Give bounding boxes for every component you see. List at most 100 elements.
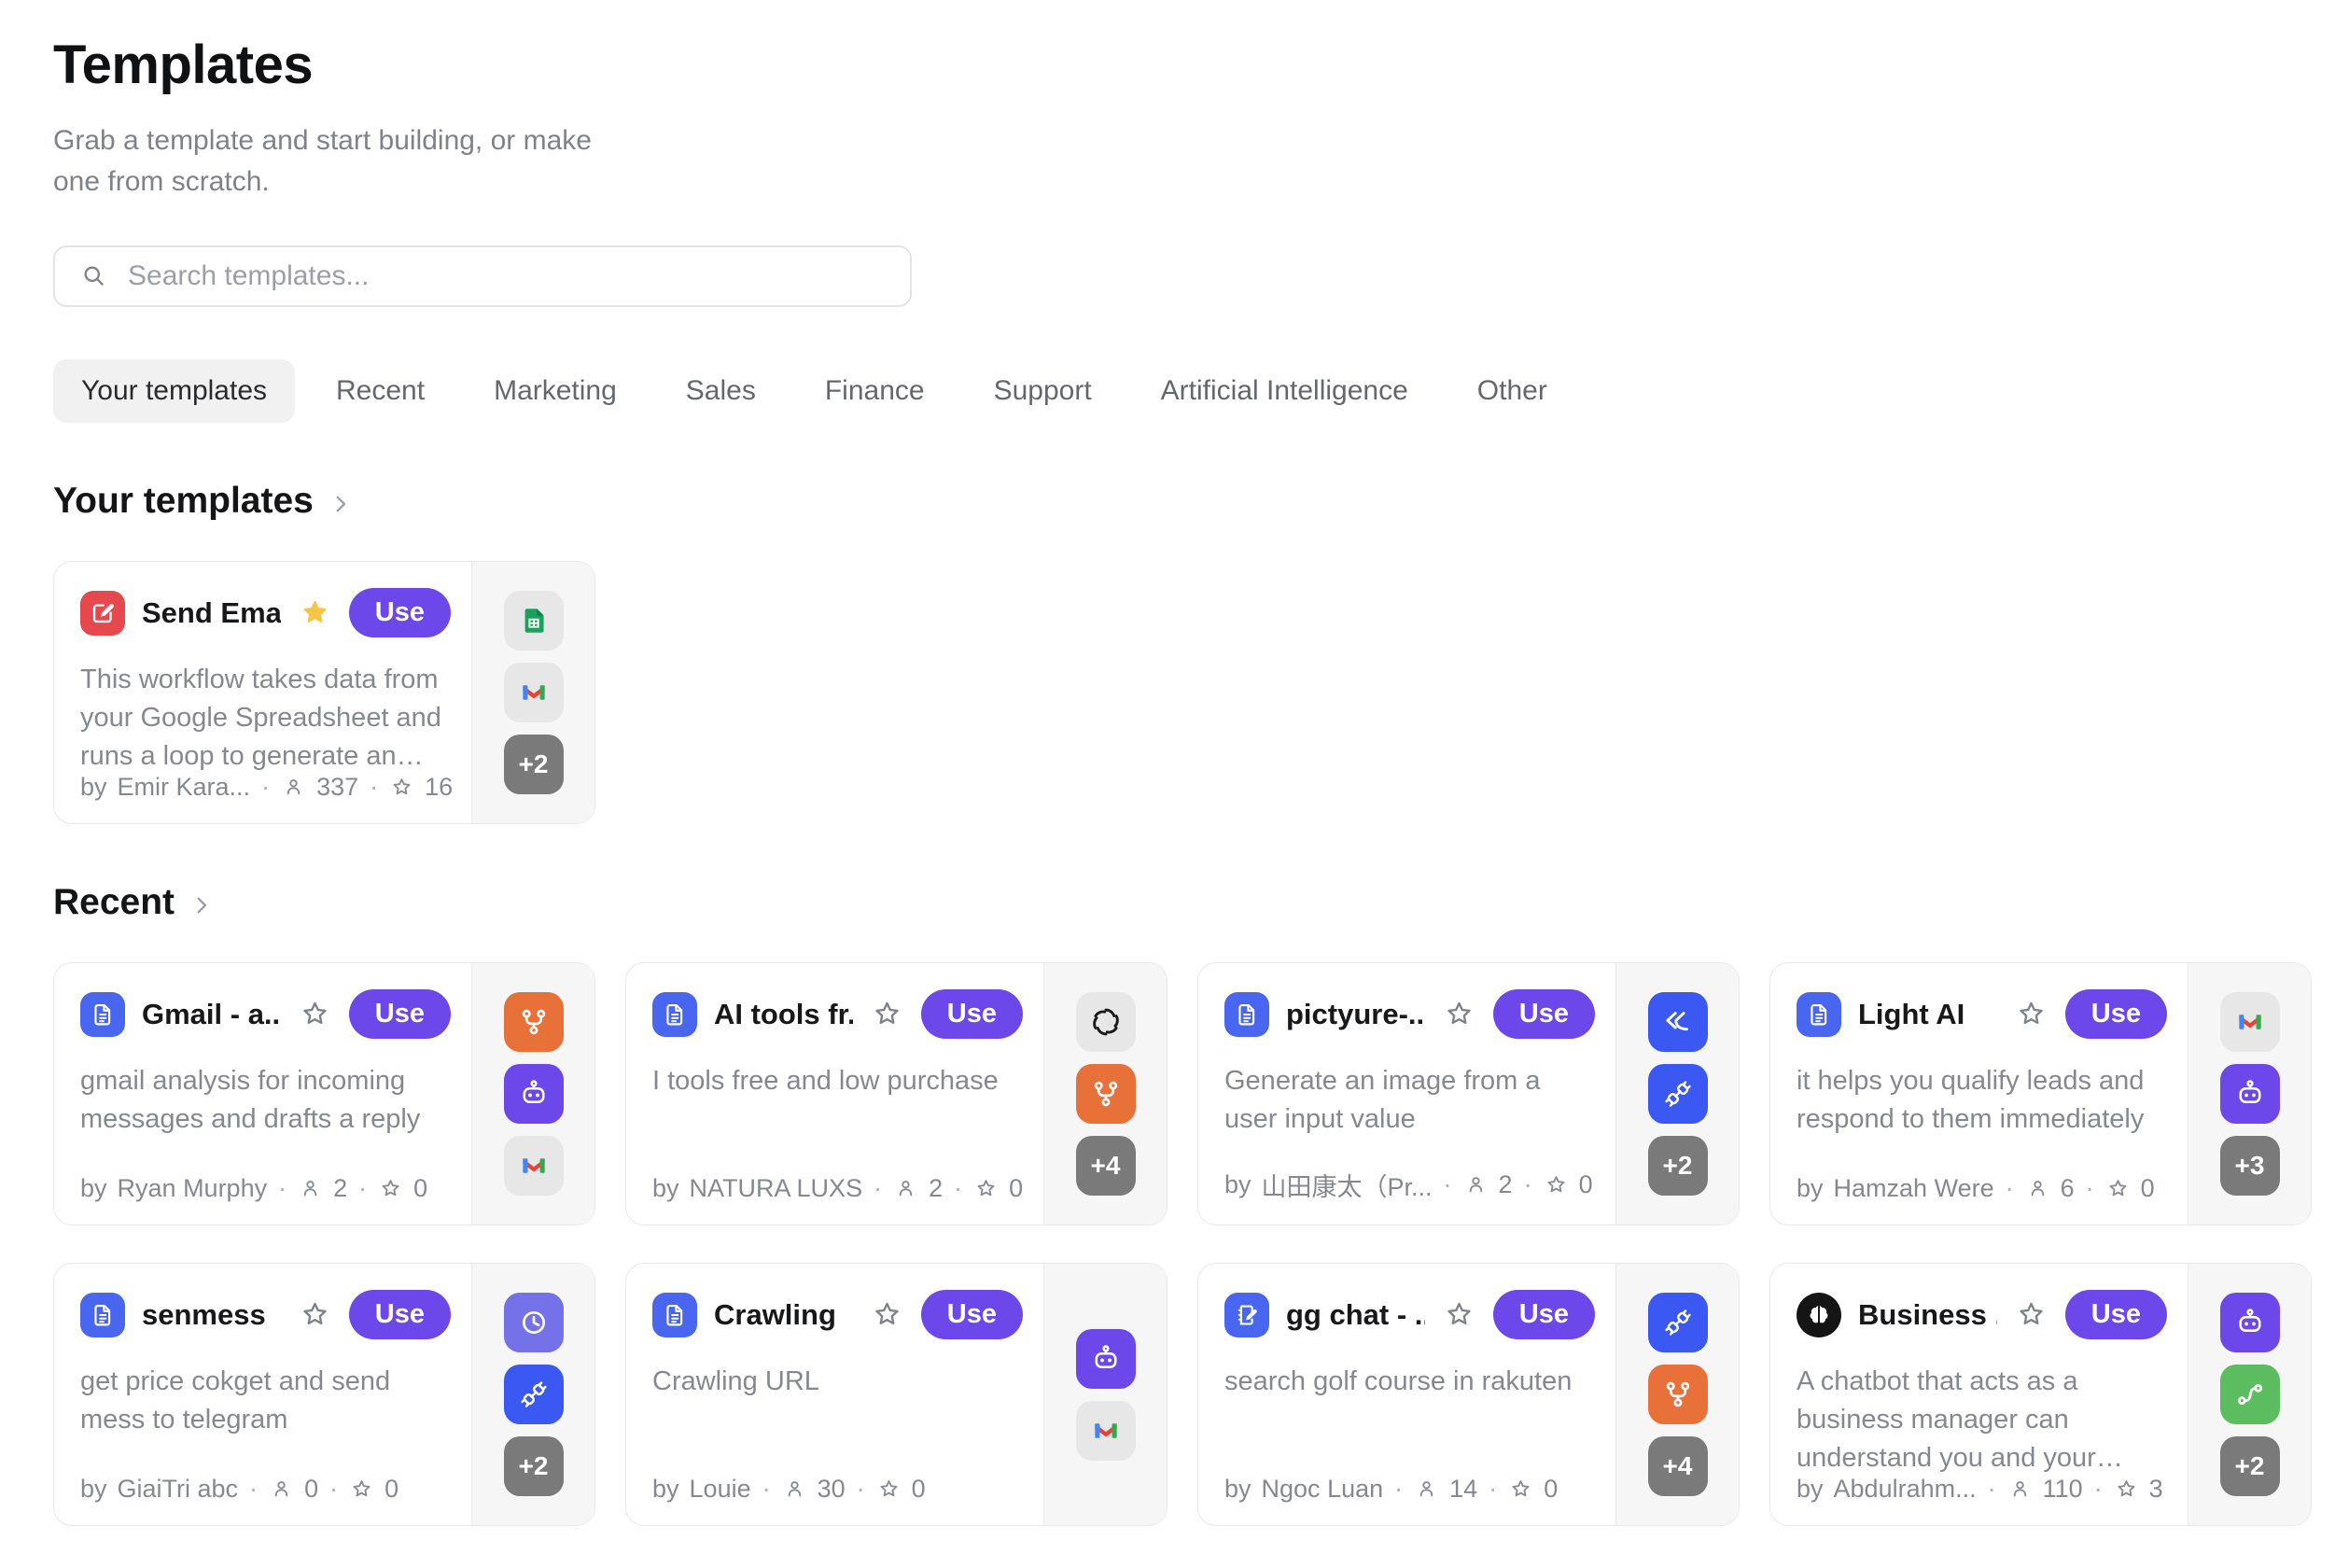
use-button[interactable]: Use xyxy=(2065,1290,2167,1339)
card-description: it helps you qualify leads and respond t… xyxy=(1797,1062,2167,1139)
separator-dot: · xyxy=(2006,1174,2014,1203)
doc-icon xyxy=(80,1293,125,1337)
template-card[interactable]: senmessUseget price cokget and send mess… xyxy=(53,1263,595,1526)
search-icon xyxy=(79,261,109,291)
star-outline-icon xyxy=(1508,1477,1533,1502)
use-button[interactable]: Use xyxy=(349,588,451,637)
template-card[interactable]: AI tools fr... Use I tools free and low pu… xyxy=(625,962,1168,1225)
card-title-row: Gmail - a... Use xyxy=(80,989,451,1039)
favorite-star-button[interactable] xyxy=(870,1297,904,1332)
template-card[interactable]: gg chat - ...Usesearch golf course in ra… xyxy=(1197,1263,1740,1526)
template-card[interactable]: Business ...UseA chatbot that acts as a … xyxy=(1769,1263,2312,1526)
overflow-badge: +2 xyxy=(504,1436,564,1496)
card-row: Send Ema...Use This workflow takes data f… xyxy=(53,561,2335,824)
template-card[interactable]: Send Ema...Use This workflow takes data f… xyxy=(53,561,595,824)
brain-icon xyxy=(1797,1293,1841,1337)
use-button[interactable]: Use xyxy=(349,989,451,1039)
card-byline: byLouie·30·0 xyxy=(652,1475,1028,1504)
template-card[interactable]: pictyure-...UseGenerate an image from a … xyxy=(1197,962,1740,1225)
stars-count: 0 xyxy=(912,1475,926,1504)
search-input[interactable] xyxy=(126,259,886,293)
separator-dot: · xyxy=(329,1475,338,1504)
page-subtitle: Grab a template and start building, or m… xyxy=(53,120,608,203)
users-count: 2 xyxy=(929,1174,943,1203)
use-button[interactable]: Use xyxy=(1493,1290,1595,1339)
card-title-row: Send Ema...Use xyxy=(80,588,451,637)
author-name: Hamzah Were xyxy=(1834,1174,1994,1203)
tab-artificial-intelligence[interactable]: Artificial Intelligence xyxy=(1133,359,1436,423)
card-title: AI tools fr... xyxy=(714,998,853,1031)
stars-count: 0 xyxy=(2141,1174,2155,1203)
section-heading: Recent xyxy=(53,882,175,923)
favorite-star-button[interactable] xyxy=(1442,997,1476,1031)
card-title: pictyure-... xyxy=(1286,998,1425,1031)
search-box[interactable] xyxy=(53,245,912,307)
use-button[interactable]: Use xyxy=(921,1290,1023,1339)
card-title: Business ... xyxy=(1858,1298,1997,1332)
use-button[interactable]: Use xyxy=(349,1290,451,1339)
separator-dot: · xyxy=(954,1174,962,1203)
section-heading-row[interactable]: Your templates xyxy=(53,481,353,522)
users-count: 337 xyxy=(316,773,358,802)
card-description: This workflow takes data from your Googl… xyxy=(80,661,451,776)
byline-by: by xyxy=(80,1174,107,1203)
section-heading-row[interactable]: Recent xyxy=(53,882,214,923)
separator-dot: · xyxy=(249,1475,258,1504)
card-byline: byHamzah Were·6·0 xyxy=(1797,1174,2173,1203)
use-button[interactable]: Use xyxy=(921,989,1023,1039)
separator-dot: · xyxy=(762,1475,771,1504)
card-main: senmessUseget price cokget and send mess… xyxy=(54,1264,471,1525)
tab-sales[interactable]: Sales xyxy=(658,359,784,423)
template-card[interactable]: Light AIUseit helps you qualify leads an… xyxy=(1769,962,2312,1225)
tab-finance[interactable]: Finance xyxy=(797,359,953,423)
tab-your-templates[interactable]: Your templates xyxy=(53,359,295,423)
favorite-star-button[interactable] xyxy=(2014,997,2048,1031)
filter-tabs: Your templatesRecentMarketingSalesFinanc… xyxy=(53,359,2335,423)
person-icon xyxy=(298,1176,323,1201)
person-icon xyxy=(782,1477,807,1502)
integration-icons-strip: +3 xyxy=(2188,963,2311,1225)
card-byline: by山田康太（Pr...·2·0 xyxy=(1224,1167,1601,1203)
favorite-star-button[interactable] xyxy=(2014,1297,2048,1332)
favorite-star-button[interactable] xyxy=(298,1297,332,1332)
card-byline: byEmir Kara...·337·16 xyxy=(80,773,456,802)
overflow-badge: +2 xyxy=(1648,1136,1708,1196)
templates-page: Templates Grab a template and start buil… xyxy=(0,0,2335,1526)
card-description: I tools free and low purchase xyxy=(652,1062,1023,1100)
favorite-star-button[interactable] xyxy=(298,997,332,1031)
template-card[interactable]: Gmail - a...Usegmail analysis for incomi… xyxy=(53,962,595,1225)
author-name: Emir Kara... xyxy=(118,773,251,802)
route-icon xyxy=(2220,1365,2280,1424)
separator-dot: · xyxy=(1524,1170,1532,1199)
chevron-right-icon xyxy=(189,893,214,917)
author-name: NATURA LUXS xyxy=(690,1174,863,1203)
separator-dot: · xyxy=(2094,1475,2103,1504)
person-icon xyxy=(1414,1477,1439,1502)
template-card[interactable]: CrawlingUseCrawling URLbyLouie·30·0 xyxy=(625,1263,1168,1526)
plug-icon xyxy=(504,1365,564,1424)
card-title-row: CrawlingUse xyxy=(652,1290,1023,1339)
separator-dot: · xyxy=(2086,1174,2094,1203)
stars-count: 3 xyxy=(2149,1475,2163,1504)
branch-icon xyxy=(1076,1064,1136,1124)
integration-icons-strip: +2 xyxy=(471,562,594,823)
tab-support[interactable]: Support xyxy=(966,359,1120,423)
gmail-icon xyxy=(504,663,564,722)
favorite-star-button[interactable] xyxy=(870,997,904,1031)
tab-marketing[interactable]: Marketing xyxy=(466,359,645,423)
doc-icon xyxy=(652,992,697,1037)
branch-icon xyxy=(504,992,564,1052)
favorite-star-button[interactable] xyxy=(298,595,332,630)
card-main: AI tools fr... Use I tools free and low pu… xyxy=(626,963,1043,1225)
tab-recent[interactable]: Recent xyxy=(308,359,453,423)
card-title: Gmail - a... xyxy=(142,998,281,1031)
tab-other[interactable]: Other xyxy=(1449,359,1575,423)
integration-icons-strip: +2 xyxy=(1615,963,1739,1225)
integration-icons-strip xyxy=(1043,1264,1167,1525)
overflow-badge: +2 xyxy=(504,735,564,794)
robot-icon xyxy=(504,1064,564,1124)
use-button[interactable]: Use xyxy=(2065,989,2167,1039)
favorite-star-button[interactable] xyxy=(1442,1297,1476,1332)
star-outline-icon xyxy=(2105,1176,2131,1201)
use-button[interactable]: Use xyxy=(1493,989,1595,1039)
